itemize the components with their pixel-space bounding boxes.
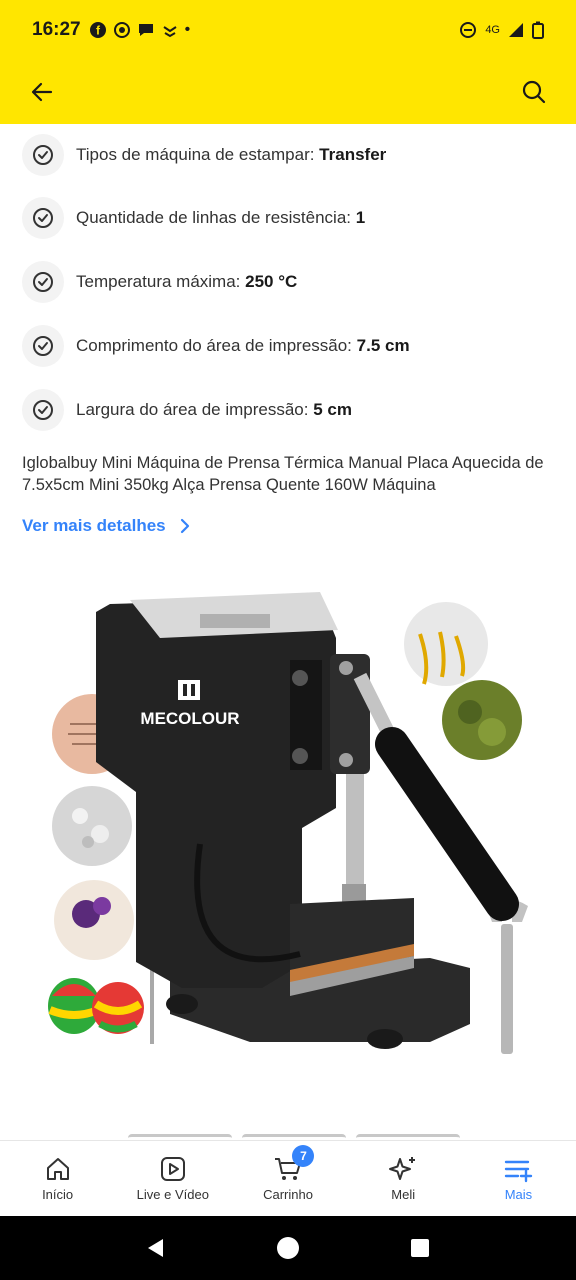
home-circle-icon[interactable]	[276, 1236, 300, 1260]
spec-label: Quantidade de linhas de resistência:	[76, 208, 356, 227]
sparkle-icon	[389, 1157, 416, 1180]
spec-text: Quantidade de linhas de resistência: 1	[76, 208, 365, 228]
nav-item-home[interactable]: Início	[0, 1141, 115, 1216]
system-navigation-bar	[0, 1216, 576, 1280]
notification-icons: f •	[89, 21, 191, 39]
spec-item: Comprimento do área de impressão: 7.5 cm	[22, 314, 576, 378]
brand-logo-text: MECOLOUR	[140, 709, 239, 728]
back-button[interactable]	[20, 70, 64, 114]
nav-item-cart[interactable]: 7 Carrinho	[230, 1141, 345, 1216]
check-circle-icon	[22, 134, 64, 176]
nav-item-live-video[interactable]: Live e Vídeo	[115, 1141, 230, 1216]
back-triangle-icon[interactable]	[145, 1237, 167, 1259]
whatsapp-icon	[113, 22, 130, 38]
search-button[interactable]	[512, 70, 556, 114]
nav-label-live-video: Live e Vídeo	[136, 1187, 209, 1202]
see-more-details-link[interactable]: Ver mais detalhes	[0, 496, 576, 536]
spec-value: Transfer	[319, 145, 387, 164]
recents-square-icon[interactable]	[409, 1237, 431, 1259]
herb-sample-image	[442, 680, 522, 760]
spec-item: Tipos de máquina de estampar: Transfer	[22, 124, 576, 186]
status-time: 16:27	[32, 19, 81, 40]
app-bar	[0, 60, 576, 124]
spec-value: 250 °C	[245, 272, 298, 291]
silicone-jars-image	[48, 978, 144, 1034]
product-description: Iglobalbuy Mini Máquina de Prensa Térmic…	[22, 454, 544, 494]
spec-label: Temperatura máxima:	[76, 272, 246, 291]
app-notification-icon	[163, 26, 177, 38]
spec-text: Tipos de máquina de estampar: Transfer	[76, 145, 386, 165]
spec-text: Temperatura máxima: 250 °C	[76, 272, 297, 292]
product-details: Tipos de máquina de estampar: Transfer Q…	[0, 124, 576, 1140]
spec-value: 7.5 cm	[356, 336, 410, 355]
spec-item: Quantidade de linhas de resistência: 1	[22, 186, 576, 250]
bottom-navigation: Início Live e Vídeo 7 Carrinho Meli Mais	[0, 1140, 576, 1216]
chevron-right-icon	[180, 518, 189, 534]
product-image[interactable]: MECOLOUR	[0, 584, 576, 1104]
home-icon	[46, 1158, 69, 1180]
network-type: 4G	[485, 24, 500, 36]
spec-text: Largura do área de impressão: 5 cm	[76, 400, 352, 420]
menu-plus-icon	[505, 1160, 533, 1183]
wrench-image	[486, 899, 528, 1054]
status-bar: 16:27 f • 4G	[0, 0, 576, 60]
search-icon	[522, 80, 546, 104]
spec-text: Comprimento do área de impressão: 7.5 cm	[76, 336, 410, 356]
status-dot: •	[184, 21, 191, 38]
spec-item: Temperatura máxima: 250 °C	[22, 250, 576, 314]
crystals-sample-image	[52, 786, 132, 866]
chat-icon	[138, 24, 153, 36]
nav-label-meli: Meli	[391, 1187, 416, 1202]
check-circle-icon	[22, 325, 64, 367]
see-more-details-label: Ver mais detalhes	[22, 516, 166, 535]
check-circle-icon	[22, 261, 64, 303]
spec-label: Comprimento do área de impressão:	[76, 336, 357, 355]
nav-item-more[interactable]: Mais	[461, 1141, 576, 1216]
play-icon	[160, 1157, 185, 1181]
check-circle-icon	[22, 389, 64, 431]
signal-icon	[509, 23, 523, 37]
status-right: 4G	[459, 21, 544, 39]
battery-icon	[532, 21, 544, 39]
nav-label-home: Início	[42, 1187, 74, 1202]
nav-label-cart: Carrinho	[263, 1187, 313, 1202]
nav-label-more: Mais	[504, 1187, 533, 1202]
cart-count-badge: 7	[292, 1145, 315, 1167]
spec-list: Tipos de máquina de estampar: Transfer Q…	[0, 124, 576, 442]
spec-value: 5 cm	[313, 400, 352, 419]
spec-label: Tipos de máquina de estampar:	[76, 145, 320, 164]
nav-item-meli[interactable]: Meli	[346, 1141, 461, 1216]
spec-item: Largura do área de impressão: 5 cm	[22, 378, 576, 442]
check-circle-icon	[22, 197, 64, 239]
oil-sample-image	[404, 602, 488, 686]
facebook-icon: f	[89, 22, 106, 38]
arrow-left-icon	[31, 82, 53, 102]
dnd-icon	[460, 22, 477, 38]
spec-label: Largura do área de impressão:	[76, 400, 314, 419]
spec-value: 1	[355, 208, 366, 227]
